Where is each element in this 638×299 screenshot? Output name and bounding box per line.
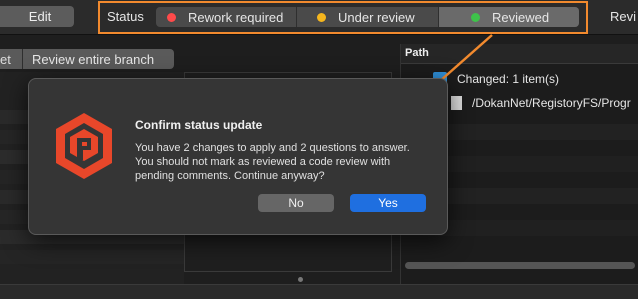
no-button[interactable]: No xyxy=(258,194,334,212)
confirm-dialog: Confirm status update You have 2 changes… xyxy=(28,78,448,235)
yes-button[interactable]: Yes xyxy=(350,194,426,212)
dialog-title: Confirm status update xyxy=(135,118,263,132)
app-logo-icon xyxy=(56,113,112,179)
dialog-message: You have 2 changes to apply and 2 questi… xyxy=(135,142,410,182)
